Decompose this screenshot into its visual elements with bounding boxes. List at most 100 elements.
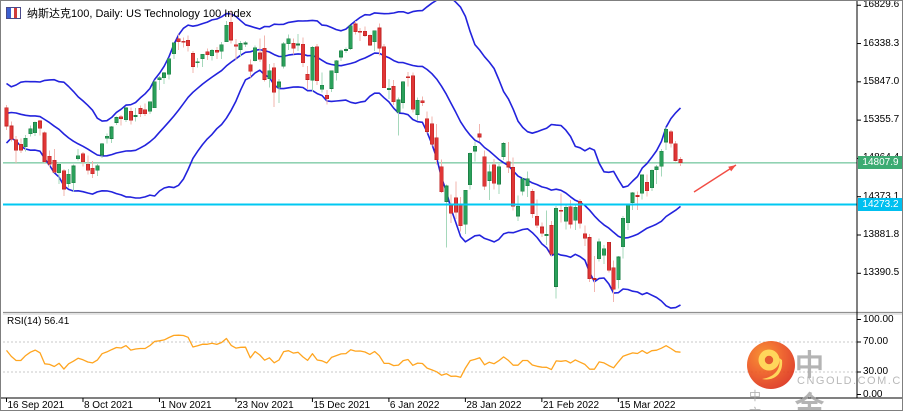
date-axis-label: 1 Nov 2021 [160,400,212,411]
candle-body [95,165,100,171]
candle-body [147,101,152,112]
candle-body [367,35,372,46]
candle-body [506,161,511,168]
candle-body [554,208,559,287]
candle-body [425,118,430,132]
candle-body [296,43,301,46]
chart-window: 纳斯达克100, Daily: US Technology 100 Index … [0,0,903,411]
candle-body [530,191,535,215]
chart-icon [6,7,21,19]
candle-body [415,99,420,115]
candle-body [468,152,473,185]
candle-body [133,115,138,117]
candle-body [300,44,305,64]
bollinger-lower-band [5,69,681,309]
candle-body [305,73,310,80]
price-axis-label: 16829.6 [863,0,900,11]
candle-body [477,133,482,138]
candle-body [167,58,172,75]
candle-body [210,50,215,57]
candle-body [339,50,344,58]
candle-body [224,24,229,42]
candle-body [329,70,334,89]
candle-body [33,121,38,133]
bollinger-upper-band [6,1,682,189]
candle-body [143,109,148,114]
candle-body [592,278,597,280]
candle-body [549,225,554,255]
candle-body [171,42,176,54]
candle-body [587,237,592,280]
candle-body [386,87,391,90]
candle-body [138,108,143,114]
candle-body [611,267,616,290]
date-axis-label: 21 Feb 2022 [542,400,600,411]
price-axis-label: 15355.7 [863,114,900,126]
candle-body [511,167,516,207]
date-axis-label: 8 Oct 2021 [83,400,133,411]
candle-body [535,216,540,226]
rsi-axis-label: 0.00 [863,388,883,400]
candle-body [640,174,645,194]
candle-body [625,204,630,224]
candle-body [90,168,95,175]
candle-body [439,166,444,192]
candle-body [61,170,66,190]
candle-body [616,256,621,281]
candle-body [219,44,224,52]
price-axis-label: 16338.3 [863,37,900,49]
candle-body [410,75,415,110]
candle-body [14,139,19,151]
date-axis-label: 6 Jan 2022 [389,400,440,411]
candle-body [104,136,109,139]
candle-body [645,181,650,192]
price-axis-label: 13881.8 [863,228,900,240]
candle-body [18,143,23,151]
candle-body [4,107,9,127]
candle-body [66,173,71,185]
candle-body [319,85,324,90]
candle-body [276,81,281,88]
candle-body [515,206,520,217]
trend-arrow-head [728,165,736,172]
candle-body [281,43,286,67]
candle-body [668,131,673,144]
candle-body [401,81,406,103]
candle-body [57,163,62,174]
date-axis-label: 16 Sep 2021 [7,400,65,411]
candle-body [573,206,578,221]
candle-body [377,27,382,49]
candle-body [42,132,47,162]
candle-body [429,123,434,145]
candle-body [601,248,606,256]
candle-body [520,178,525,192]
rsi-axis-label: 100.00 [863,313,894,325]
candle-body [243,42,248,45]
price-axis-label: 15847.0 [863,75,900,87]
candle-body [372,30,377,42]
candle-body [659,151,664,167]
price-chart-canvas[interactable] [1,1,903,411]
candle-body [181,40,186,43]
candle-body [124,107,129,120]
candle-body [568,206,573,225]
candle-body [272,67,277,93]
candle-body [496,166,501,185]
candle-body [664,128,669,143]
candle-body [606,241,611,271]
candle-body [353,23,358,33]
candle-body [152,81,157,108]
candle-body [310,46,315,81]
candle-body [487,171,492,181]
candle-body [420,100,425,103]
candle-body [348,25,353,49]
candle-body [362,30,367,36]
candle-body [630,192,635,204]
candle-body [262,47,267,80]
candle-body [52,159,57,173]
candle-body [482,156,487,187]
candle-body [343,49,348,51]
price-axis-label: 13390.5 [863,267,900,279]
current-price-tag: 14807.9 [858,156,902,170]
candle-body [229,21,234,41]
